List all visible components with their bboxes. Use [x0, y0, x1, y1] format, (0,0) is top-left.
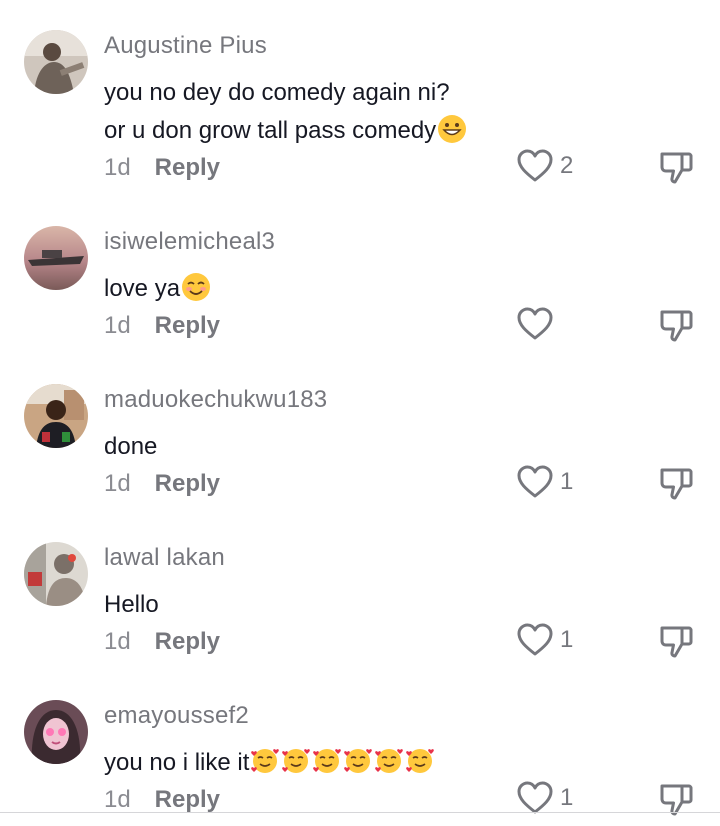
comment-time: 1d: [104, 154, 131, 181]
heart-outline-icon: [517, 307, 553, 340]
reply-button[interactable]: Reply: [155, 628, 220, 655]
smiling-face-emoji-icon: [182, 273, 211, 301]
comment-meta: 1d Reply: [104, 470, 220, 498]
comment-username[interactable]: lawal lakan: [104, 544, 225, 572]
comment-time: 1d: [104, 312, 131, 339]
comment-line-text: or u don grow tall pass comedy: [104, 117, 437, 144]
comment-time: 1d: [104, 786, 131, 813]
like-button[interactable]: 2: [516, 146, 573, 186]
like-button[interactable]: [516, 304, 560, 344]
comment-line-text: love ya: [104, 275, 181, 302]
comment-meta: 1d Reply: [104, 154, 220, 182]
smiling-face-with-hearts-emoji-icon: [375, 749, 404, 773]
reply-button[interactable]: Reply: [155, 470, 220, 497]
like-count: 2: [560, 152, 574, 179]
heart-outline-icon: [517, 465, 553, 498]
smiling-face-with-hearts-emoji-icon: [251, 749, 280, 773]
comment-line-text: you no i like it: [104, 749, 250, 776]
smiling-face-with-hearts-emoji-icon: [282, 749, 311, 773]
comment-username[interactable]: Augustine Pius: [104, 32, 267, 60]
comment-line: you no i like it: [104, 744, 435, 782]
comment-time: 1d: [104, 628, 131, 655]
thumbs-down-icon[interactable]: [658, 624, 694, 660]
reply-button[interactable]: Reply: [155, 312, 220, 339]
comment-line: Hello: [104, 591, 159, 618]
comment-meta: 1d Reply: [104, 312, 220, 340]
comment-text: you no i like it: [104, 744, 435, 782]
reply-button[interactable]: Reply: [155, 786, 220, 813]
comment-username[interactable]: isiwelemicheal3: [104, 228, 275, 256]
heart-outline-icon: [517, 623, 553, 656]
comment-line: or u don grow tall pass comedy: [104, 112, 467, 150]
avatar[interactable]: [24, 700, 88, 764]
avatar[interactable]: [24, 542, 88, 606]
like-button[interactable]: 1: [516, 620, 573, 660]
heart-outline-icon: [517, 149, 553, 182]
like-count: 1: [560, 784, 574, 811]
comment-text: you no dey do comedy again ni? or u don …: [104, 74, 467, 150]
emoji-group: [249, 749, 435, 776]
thumbs-down-icon[interactable]: [658, 308, 694, 344]
like-button[interactable]: 1: [516, 462, 573, 502]
smiling-face-with-hearts-emoji-icon: [406, 749, 435, 773]
comment-username[interactable]: emayoussef2: [104, 702, 249, 730]
comment-line: love ya: [104, 270, 211, 308]
thumbs-down-icon[interactable]: [658, 466, 694, 502]
heart-outline-icon: [517, 781, 553, 814]
thumbs-down-icon[interactable]: [658, 150, 694, 186]
comment-line: you no dey do comedy again ni?: [104, 79, 450, 106]
comment-text: love ya: [104, 270, 211, 308]
smiling-face-with-hearts-emoji-icon: [344, 749, 373, 773]
grinning-face-emoji-icon: [438, 115, 467, 143]
comment-line: done: [104, 433, 158, 460]
comment-meta: 1d Reply: [104, 628, 220, 656]
like-count: 1: [560, 468, 574, 495]
smiling-face-with-hearts-emoji-icon: [313, 749, 342, 773]
comment-username[interactable]: maduokechukwu183: [104, 386, 327, 414]
comment-text: Hello: [104, 586, 159, 624]
reply-button[interactable]: Reply: [155, 154, 220, 181]
avatar[interactable]: [24, 384, 88, 448]
comment-text: done: [104, 428, 157, 466]
bottom-divider: [0, 812, 720, 813]
comment-meta: 1d Reply: [104, 786, 220, 814]
avatar[interactable]: [24, 226, 88, 290]
like-count: 1: [560, 626, 574, 653]
comment-time: 1d: [104, 470, 131, 497]
avatar[interactable]: [24, 30, 88, 94]
